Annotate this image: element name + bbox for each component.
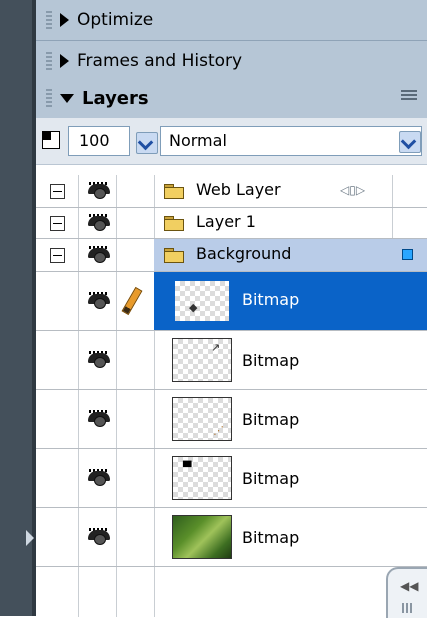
opacity-input[interactable]: 100 [68,126,130,156]
frames-history-panel-header[interactable]: Frames and History [36,41,427,82]
expand-arrow-icon[interactable] [60,13,69,27]
bitmap-thumbnail: ▀ [172,456,232,500]
frames-history-panel-title: Frames and History [77,51,243,71]
object-row-bitmap-3[interactable]: ⋰ Bitmap [36,390,427,449]
optimize-panel-header[interactable]: Optimize [36,0,427,41]
eye-icon[interactable] [88,182,110,199]
blend-mode-select[interactable]: Normal [160,126,422,156]
object-name[interactable]: Bitmap [242,469,299,488]
left-panel-strip [0,0,36,616]
collapse-arrows-icon[interactable]: ◀◀ [400,579,418,593]
expand-notch-icon[interactable] [26,530,34,546]
folder-icon [164,248,184,263]
collapse-toggle-icon[interactable] [50,184,65,199]
object-name[interactable]: Bitmap [242,528,299,547]
layer-name[interactable]: Web Layer [196,180,281,199]
expand-arrow-icon[interactable] [60,54,69,68]
layer-row-background[interactable]: Background [36,239,427,272]
eye-icon[interactable] [88,246,110,263]
panel-options-menu-icon[interactable] [401,90,417,104]
layer-options-bar: 100 Normal [36,118,427,165]
grip-icon[interactable] [46,11,52,29]
panel-dock-tab[interactable]: ◀◀ [386,567,427,618]
blend-mode-dropdown-button[interactable] [399,131,421,153]
optimize-panel-title: Optimize [77,10,154,30]
layer-name[interactable]: Layer 1 [196,212,256,231]
layer-name[interactable]: Background [196,244,291,263]
bitmap-thumbnail: ⋰ [172,397,232,441]
eye-icon[interactable] [88,214,110,231]
blend-mode-value: Normal [169,131,227,150]
layers-empty-area [36,567,427,617]
folder-icon [164,184,184,199]
object-name[interactable]: Bitmap [242,351,299,370]
bitmap-thumbnail: ◆ [172,278,232,324]
folder-icon [164,216,184,231]
shared-layer-icon: ◁▯▷ [340,183,366,197]
object-row-bitmap-4[interactable]: ▀ Bitmap [36,449,427,508]
layers-panel-title: Layers [82,87,149,109]
eye-icon[interactable] [88,292,110,309]
collapse-toggle-icon[interactable] [50,216,65,231]
chevron-down-icon [137,134,154,151]
object-name[interactable]: Bitmap [242,290,299,309]
chevron-down-icon [400,133,417,150]
object-row-bitmap-2[interactable]: ↗ Bitmap [36,331,427,390]
layer-mask-toggle-icon[interactable] [42,131,60,149]
bitmap-thumbnail: ↗ [172,338,232,382]
grip-icon[interactable] [46,89,52,107]
object-name[interactable]: Bitmap [242,410,299,429]
bitmap-thumbnail [172,515,232,559]
selection-marker-icon [402,249,413,260]
eye-icon[interactable] [88,528,110,545]
object-row-bitmap-5[interactable]: Bitmap [36,508,427,567]
collapse-toggle-icon[interactable] [50,248,65,263]
collapse-arrow-icon[interactable] [60,93,74,103]
eye-icon[interactable] [88,410,110,427]
eye-icon[interactable] [88,469,110,486]
layers-panel-header[interactable]: Layers [36,78,427,119]
eye-icon[interactable] [88,351,110,368]
layer-row-web-layer[interactable]: Web Layer ◁▯▷ [36,175,427,208]
grip-icon[interactable] [402,603,414,613]
layer-row-layer-1[interactable]: Layer 1 [36,208,427,239]
opacity-dropdown-button[interactable] [136,132,158,154]
grip-icon[interactable] [46,52,52,70]
object-row-bitmap-1[interactable]: ◆ Bitmap [36,272,427,331]
pencil-icon[interactable] [121,286,143,316]
